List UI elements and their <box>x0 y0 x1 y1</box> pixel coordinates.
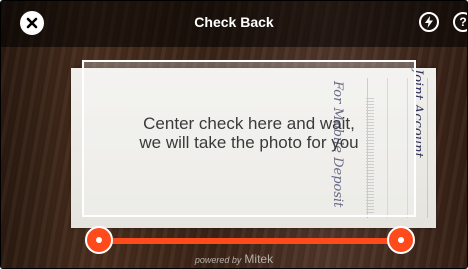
powered-by-footer: powered by Mitek <box>1 252 467 266</box>
instruction-line-2: we will take the photo for you <box>139 133 359 152</box>
slider-handle-left[interactable] <box>85 226 113 254</box>
flash-icon <box>425 16 433 28</box>
instruction-line-1: Center check here and wait, <box>143 114 355 133</box>
handle-dot <box>96 237 102 243</box>
capture-instruction: Center check here and wait, we will take… <box>82 114 416 152</box>
flash-button[interactable] <box>419 12 439 32</box>
slider-track <box>99 238 401 244</box>
powered-by-brand: Mitek <box>244 252 274 266</box>
help-icon: ? <box>459 15 467 29</box>
page-title: Check Back <box>194 14 274 30</box>
camera-capture-screen: For Mobile Deposit Joint Account Center … <box>0 0 468 269</box>
top-bar: Check Back ? <box>1 1 467 47</box>
powered-by-label: powered by <box>194 255 242 265</box>
help-button[interactable]: ? <box>453 12 467 32</box>
handle-dot <box>398 237 404 243</box>
slider-handle-right[interactable] <box>387 226 415 254</box>
